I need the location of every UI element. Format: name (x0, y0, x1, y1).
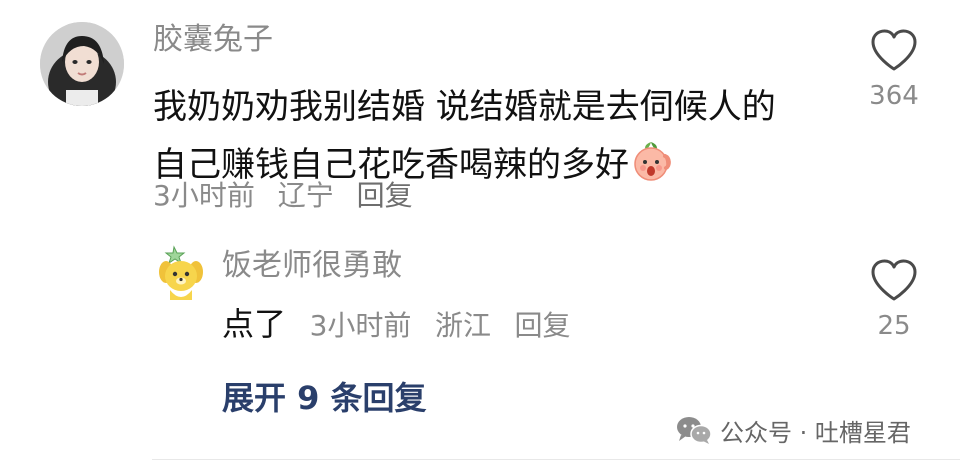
dog-avatar-icon (159, 245, 203, 300)
comment-time: 3小时前 (153, 179, 255, 212)
reply-reply-button[interactable]: 回复 (515, 309, 571, 342)
username[interactable]: 胶囊兔子 (153, 20, 273, 60)
watermark-text: 公众号 · 吐槽星君 (720, 418, 911, 447)
reply-button[interactable]: 回复 (357, 179, 413, 212)
divider (152, 459, 960, 460)
like-count: 364 (869, 81, 919, 111)
reply-like-button[interactable]: 25 (858, 258, 930, 342)
heart-icon[interactable] (870, 28, 918, 72)
reply-avatar[interactable] (156, 244, 206, 302)
user-avatar-image (40, 22, 124, 106)
reply-content: 点了 3小时前 浙江 回复 (222, 304, 585, 346)
reply-location: 浙江 (434, 309, 491, 342)
watermark: 公众号 · 吐槽星君 (676, 412, 911, 448)
expand-replies-button[interactable]: 展开 9 条回复 (222, 376, 427, 420)
comment-meta: 3小时前 辽宁 回复 (153, 178, 427, 214)
wechat-icon (677, 417, 712, 444)
comment-body: 我奶奶劝我别结婚 说结婚就是去伺候人的 自己赚钱自己花吃香喝辣的多好 (153, 87, 776, 185)
reply-time: 3小时前 (309, 309, 412, 342)
reply-like-count: 25 (877, 311, 911, 341)
heart-icon[interactable] (870, 258, 918, 302)
comment-location: 辽宁 (277, 179, 334, 212)
peach-face-emoji-icon (634, 142, 671, 181)
comment-text: 我奶奶劝我别结婚 说结婚就是去伺候人的 自己赚钱自己花吃香喝辣的多好 (153, 78, 813, 194)
reply-text: 点了 (222, 305, 287, 343)
like-button[interactable]: 364 (858, 28, 930, 112)
reply-username[interactable]: 饭老师很勇敢 (222, 246, 402, 286)
avatar[interactable] (40, 22, 124, 106)
